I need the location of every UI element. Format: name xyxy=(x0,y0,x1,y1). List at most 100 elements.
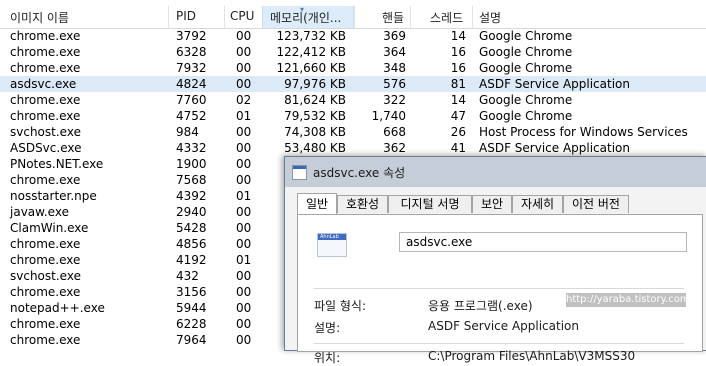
process-name-cell: chrome.exe xyxy=(10,253,81,267)
dialog-title-bar[interactable]: asdsvc.exe 속성 xyxy=(285,157,706,187)
tab-previous-versions[interactable]: 이전 버전 xyxy=(563,195,629,213)
tab-compatibility[interactable]: 호환성 xyxy=(337,195,388,213)
process-name-cell: chrome.exe xyxy=(10,285,81,299)
process-pid-cell: 4752 xyxy=(176,109,207,123)
process-pid-cell: 7932 xyxy=(176,61,207,75)
process-threads-cell: 47 xyxy=(450,109,466,123)
tab-general[interactable]: 일반 xyxy=(297,193,337,214)
column-header-memory[interactable]: 메모리(개인... xyxy=(270,9,341,26)
process-row[interactable]: chrome.exe 6328 00 122,412 KB 364 16 Google Ch… xyxy=(0,44,706,60)
column-divider[interactable] xyxy=(224,6,225,28)
process-mem-cell: 122,412 KB xyxy=(276,45,346,59)
process-name-cell: nosstarter.npe xyxy=(10,189,97,203)
column-header-handles[interactable]: 핸들 xyxy=(382,9,404,26)
process-name-cell: asdsvc.exe xyxy=(10,77,77,91)
process-row[interactable]: chrome.exe 7760 02 81,624 KB 322 14 Google Chr… xyxy=(0,92,706,108)
process-pid-cell: 3156 xyxy=(176,285,207,299)
process-name-cell: chrome.exe xyxy=(10,317,81,331)
column-header-image-name[interactable]: 이미지 이름 xyxy=(10,9,69,26)
file-name-value: asdsvc.exe xyxy=(406,235,473,249)
process-pid-cell: 432 xyxy=(176,269,199,283)
process-cpu-cell: 00 xyxy=(236,45,252,59)
process-cpu-cell: 00 xyxy=(236,221,252,235)
column-divider[interactable] xyxy=(472,6,473,28)
process-cpu-cell: 00 xyxy=(236,125,252,139)
process-pid-cell: 1900 xyxy=(176,157,207,171)
process-pid-cell: 3792 xyxy=(176,29,207,43)
process-pid-cell: 4192 xyxy=(176,253,207,267)
process-row[interactable]: chrome.exe 3792 00 123,732 KB 369 14 Google Ch… xyxy=(0,28,706,44)
column-divider[interactable] xyxy=(168,6,169,28)
column-header-threads[interactable]: 스레드 xyxy=(430,9,463,26)
process-cpu-cell: 00 xyxy=(236,285,252,299)
process-mem-cell: 53,480 KB xyxy=(284,141,346,155)
process-name-cell: chrome.exe xyxy=(10,237,81,251)
separator xyxy=(314,343,684,344)
process-pid-cell: 5944 xyxy=(176,301,207,315)
process-threads-cell: 41 xyxy=(450,141,466,155)
column-divider[interactable] xyxy=(354,6,355,28)
column-header-pid[interactable]: PID xyxy=(176,9,196,23)
process-handles-cell: 322 xyxy=(383,93,406,107)
column-header-cpu[interactable]: CPU xyxy=(230,9,254,23)
process-desc-cell: Host Process for Windows Services xyxy=(479,125,688,139)
tab-security[interactable]: 보안 xyxy=(472,195,512,213)
process-name-cell: chrome.exe xyxy=(10,109,81,123)
dialog-title: asdsvc.exe 속성 xyxy=(313,166,406,180)
process-cpu-cell: 00 xyxy=(236,29,252,43)
process-handles-cell: 668 xyxy=(383,125,406,139)
process-cpu-cell: 01 xyxy=(236,189,252,203)
process-name-cell: chrome.exe xyxy=(10,333,81,347)
properties-dialog: asdsvc.exe 속성 일반 호환성 디지털 서명 보안 자세히 이전 버전… xyxy=(284,156,706,365)
file-type-label: 파일 형식: xyxy=(314,299,367,313)
process-row[interactable]: ASDSvc.exe 4332 00 53,480 KB 362 41 ASDF Servi… xyxy=(0,140,706,156)
process-pid-cell: 7760 xyxy=(176,93,207,107)
process-mem-cell: 81,624 KB xyxy=(284,93,346,107)
process-handles-cell: 369 xyxy=(383,29,406,43)
process-pid-cell: 6328 xyxy=(176,45,207,59)
process-row[interactable]: chrome.exe 4752 01 79,532 KB 1,740 47 Google C… xyxy=(0,108,706,124)
process-handles-cell: 576 xyxy=(383,77,406,91)
process-mem-cell: 121,660 KB xyxy=(276,61,346,75)
process-name-cell: ClamWin.exe xyxy=(10,221,89,235)
process-name-cell: chrome.exe xyxy=(10,29,81,43)
process-name-cell: chrome.exe xyxy=(10,61,81,75)
column-header-row: ▾ 이미지 이름 PID CPU 메모리(개인... 핸들 스레드 설명 xyxy=(0,5,706,29)
process-pid-cell: 4824 xyxy=(176,77,207,91)
process-cpu-cell: 00 xyxy=(236,237,252,251)
process-desc-cell: Google Chrome xyxy=(479,109,573,123)
process-pid-cell: 4856 xyxy=(176,237,207,251)
process-row[interactable]: svchost.exe 984 00 74,308 KB 668 26 Host Proce… xyxy=(0,124,706,140)
process-threads-cell: 16 xyxy=(450,45,466,59)
process-name-cell: ASDSvc.exe xyxy=(10,141,82,155)
process-name-cell: chrome.exe xyxy=(10,45,81,59)
column-header-description[interactable]: 설명 xyxy=(479,9,501,26)
app-icon-label: AhnLab xyxy=(318,234,346,240)
column-divider[interactable] xyxy=(410,6,411,28)
process-cpu-cell: 02 xyxy=(236,93,252,107)
process-handles-cell: 362 xyxy=(383,141,406,155)
location-value: C:\Program Files\AhnLab\V3MSS30 xyxy=(428,349,636,363)
process-cpu-cell: 00 xyxy=(236,333,252,347)
process-cpu-cell: 01 xyxy=(236,253,252,267)
process-pid-cell: 2940 xyxy=(176,205,207,219)
process-name-cell: svchost.exe xyxy=(10,125,81,139)
process-pid-cell: 5428 xyxy=(176,221,207,235)
process-threads-cell: 81 xyxy=(450,77,466,91)
process-pid-cell: 4332 xyxy=(176,141,207,155)
process-handles-cell: 1,740 xyxy=(371,109,406,123)
process-desc-cell: Google Chrome xyxy=(479,45,573,59)
process-cpu-cell: 00 xyxy=(236,269,252,283)
process-row[interactable]: asdsvc.exe 4824 00 97,976 KB 576 81 ASDF Servi… xyxy=(0,76,706,92)
file-name-field[interactable]: asdsvc.exe xyxy=(399,232,687,252)
process-name-cell: PNotes.NET.exe xyxy=(10,157,104,171)
process-threads-cell: 26 xyxy=(450,125,466,139)
description-label: 설명: xyxy=(314,321,341,335)
tab-details[interactable]: 자세히 xyxy=(512,195,563,213)
process-cpu-cell: 00 xyxy=(236,157,252,171)
tab-digital-signature[interactable]: 디지털 서명 xyxy=(388,195,472,213)
description-value: ASDF Service Application xyxy=(428,319,579,333)
process-cpu-cell: 00 xyxy=(236,205,252,219)
process-desc-cell: Google Chrome xyxy=(479,93,573,107)
process-row[interactable]: chrome.exe 7932 00 121,660 KB 348 16 Google Ch… xyxy=(0,60,706,76)
